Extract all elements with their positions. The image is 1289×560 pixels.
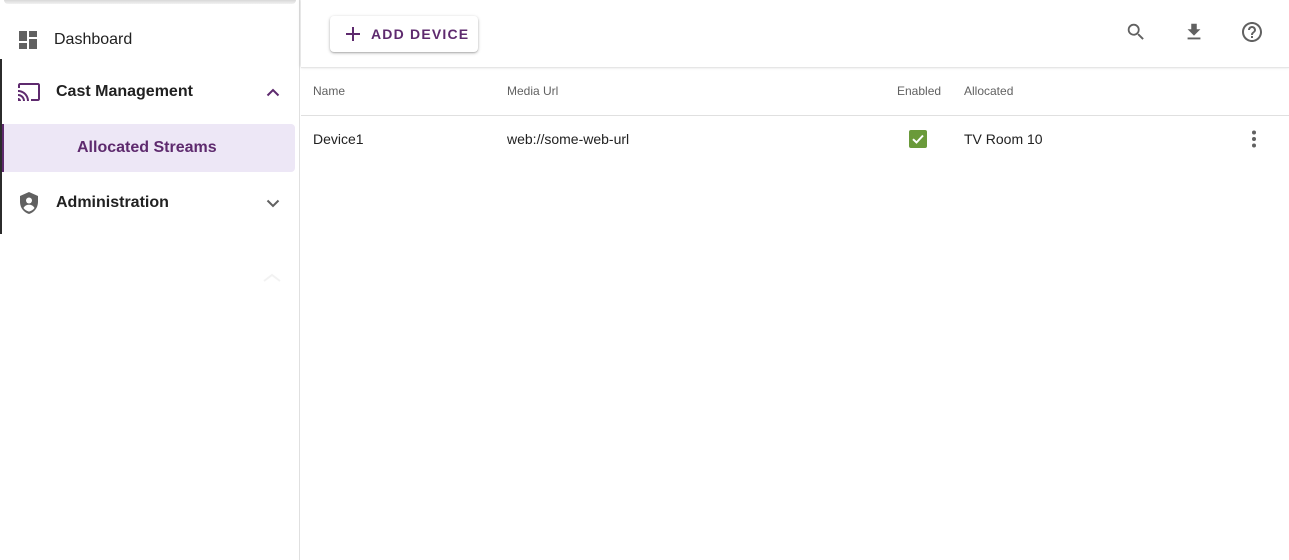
cast-icon <box>17 80 41 104</box>
sidebar-item-allocated-streams[interactable]: Allocated Streams <box>4 124 295 172</box>
sidebar-item-label: Administration <box>56 194 169 211</box>
checkmark-icon <box>912 134 924 144</box>
search-button[interactable] <box>1124 22 1148 46</box>
column-header-name[interactable]: Name <box>313 84 345 98</box>
more-vert-icon <box>1252 130 1256 148</box>
sidebar: Dashboard Cast Management Allocated Stre… <box>0 0 300 560</box>
app-root: Dashboard Cast Management Allocated Stre… <box>0 0 1289 560</box>
column-header-enabled[interactable]: Enabled <box>897 84 941 98</box>
sidebar-item-label: Allocated Streams <box>77 139 217 156</box>
sidebar-top-edge <box>4 0 296 4</box>
sidebar-item-dashboard[interactable]: Dashboard <box>0 22 300 58</box>
row-actions-button[interactable] <box>1242 127 1266 151</box>
shield-user-icon <box>17 191 41 215</box>
download-icon <box>1183 21 1205 48</box>
column-header-media-url[interactable]: Media Url <box>507 84 558 98</box>
chevron-up-icon <box>264 83 282 101</box>
column-header-allocated[interactable]: Allocated <box>964 84 1013 98</box>
sidebar-item-label: Cast Management <box>56 83 193 100</box>
cell-allocated: TV Room 10 <box>964 131 1043 147</box>
table-row[interactable]: Device1 web://some-web-url TV Room 10 <box>301 116 1289 162</box>
add-device-label: ADD DEVICE <box>371 26 470 42</box>
add-device-button[interactable]: ADD DEVICE <box>330 16 478 52</box>
plus-icon <box>344 25 362 43</box>
cell-name: Device1 <box>313 131 364 147</box>
sidebar-item-label: Dashboard <box>54 31 133 48</box>
help-icon <box>1240 20 1264 49</box>
enabled-checkbox[interactable] <box>909 130 927 148</box>
chevron-down-icon <box>264 194 282 212</box>
toolbar: ADD DEVICE <box>301 0 1289 68</box>
main-content: ADD DEVICE Name Media Url Enabled Alloca… <box>301 0 1289 560</box>
sidebar-item-cast-management[interactable]: Cast Management <box>0 70 300 114</box>
cell-media-url: web://some-web-url <box>507 131 630 147</box>
search-icon <box>1125 21 1147 48</box>
sidebar-item-administration[interactable]: Administration <box>0 181 300 225</box>
download-button[interactable] <box>1182 22 1206 46</box>
faint-chevron-icon <box>262 270 282 282</box>
table-header: Name Media Url Enabled Allocated <box>301 68 1289 116</box>
help-button[interactable] <box>1240 20 1264 49</box>
dashboard-icon <box>16 28 40 52</box>
